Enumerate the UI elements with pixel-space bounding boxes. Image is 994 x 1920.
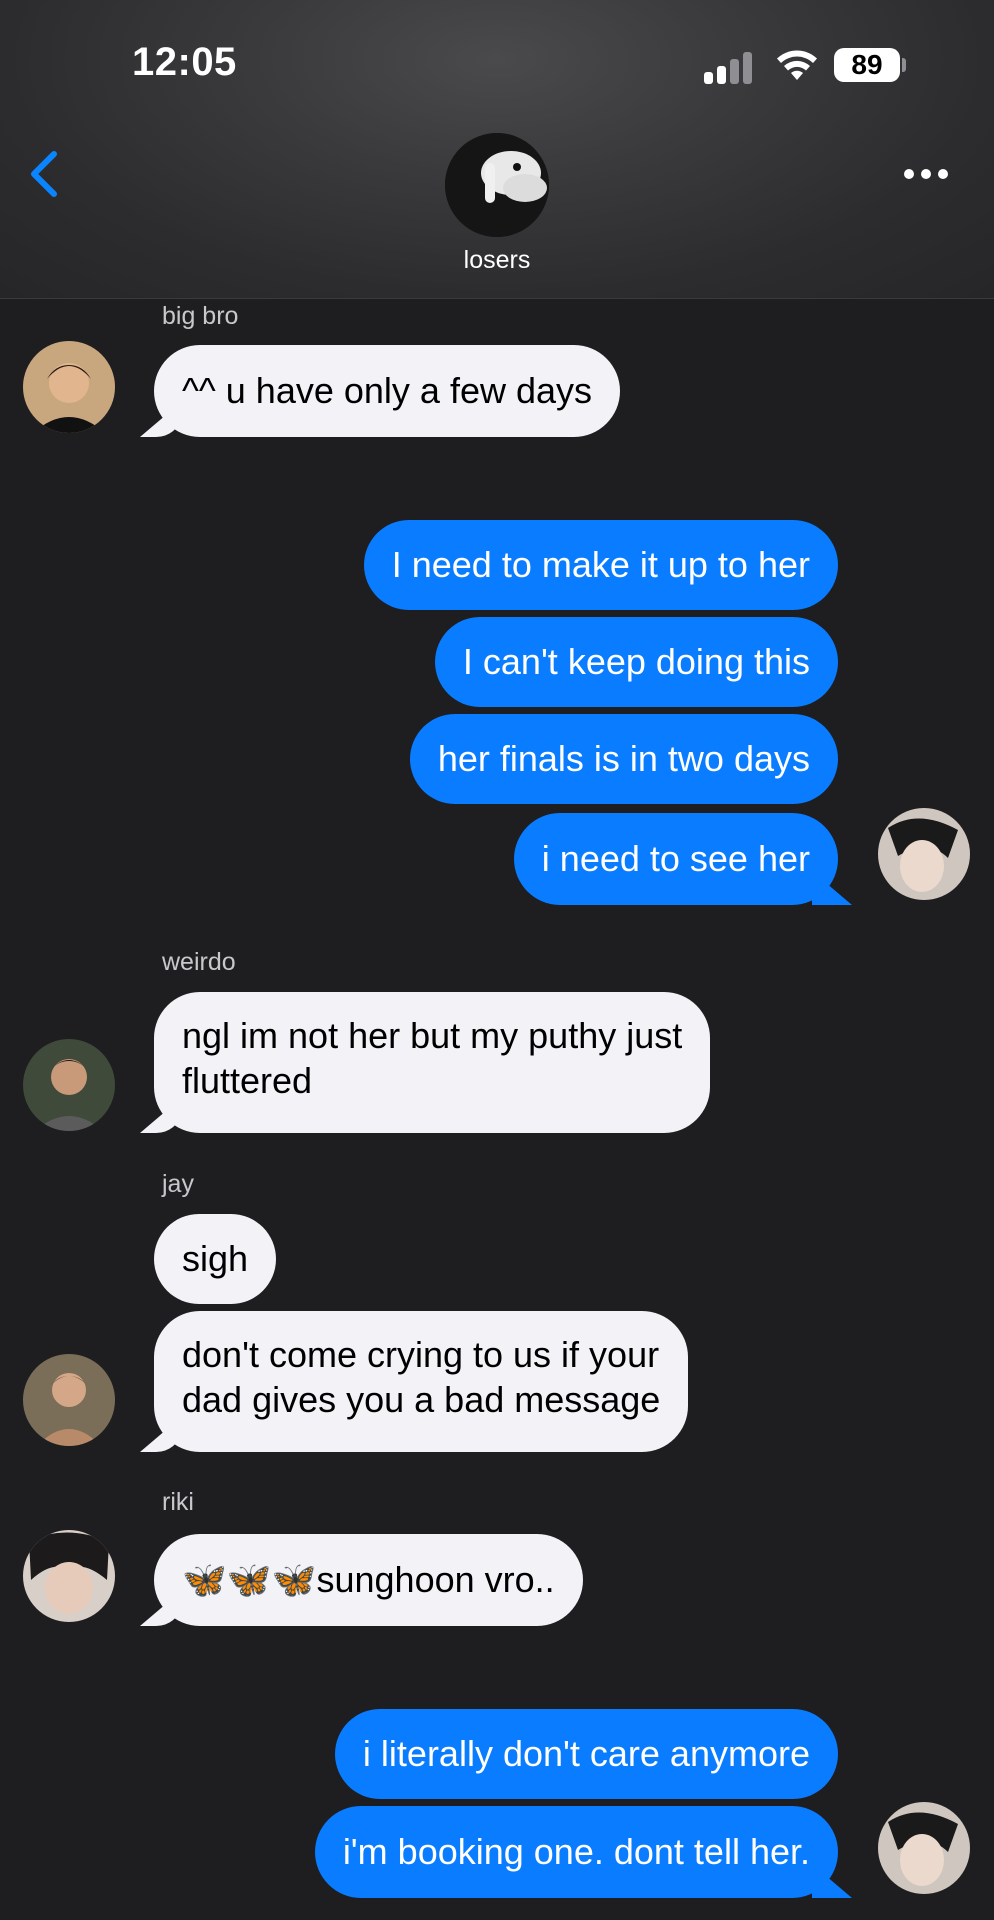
messages-screen: 12:05 89 losers big bro ^^ u have only a…: [0, 0, 994, 1920]
message-bubble[interactable]: ^^ u have only a few days: [154, 345, 621, 437]
avatar-weirdo[interactable]: [23, 1039, 115, 1131]
avatar-jay[interactable]: [23, 1354, 115, 1446]
message-bubble[interactable]: i literally don't care anymore: [334, 1709, 838, 1799]
status-time: 12:05: [132, 40, 237, 84]
conversation-header: 12:05 89 losers: [0, 0, 994, 299]
message-bubble[interactable]: sigh: [154, 1214, 277, 1304]
sender-name: big bro: [162, 302, 239, 330]
sender-name: jay: [162, 1170, 194, 1198]
message-bubble[interactable]: don't come crying to us if your dad give…: [154, 1311, 689, 1452]
message-line: don't come crying to us if your: [182, 1334, 660, 1375]
message-bubble[interactable]: her finals is in two days: [409, 714, 838, 804]
back-chevron-icon[interactable]: [24, 148, 64, 200]
sender-name: weirdo: [162, 948, 236, 976]
message-bubble[interactable]: I can't keep doing this: [434, 617, 838, 707]
group-name[interactable]: losers: [397, 246, 597, 275]
avatar-me[interactable]: [878, 1802, 970, 1894]
more-options-icon[interactable]: [898, 160, 954, 188]
battery-tip: [902, 58, 906, 72]
message-text: sunghoon vro..: [316, 1559, 555, 1600]
message-bubble[interactable]: i need to see her: [513, 813, 838, 905]
wifi-icon: [777, 50, 817, 80]
message-line: dad gives you a bad message: [182, 1379, 661, 1420]
message-bubble[interactable]: ngl im not her but my puthy just flutter…: [154, 992, 711, 1133]
message-bubble[interactable]: i'm booking one. dont tell her.: [314, 1806, 838, 1898]
cellular-signal-icon: [704, 50, 758, 84]
message-line: ngl im not her but my puthy just: [182, 1015, 683, 1056]
group-avatar[interactable]: [445, 133, 549, 237]
battery-indicator: 89: [834, 48, 900, 82]
message-bubble[interactable]: I need to make it up to her: [363, 520, 838, 610]
message-bubble[interactable]: 🦋🦋🦋sunghoon vro..: [154, 1534, 583, 1626]
message-line: fluttered: [182, 1060, 313, 1101]
butterfly-emoji: 🦋🦋🦋: [182, 1559, 317, 1600]
avatar-riki[interactable]: [23, 1530, 115, 1622]
avatar-big-bro[interactable]: [23, 341, 115, 433]
sender-name: riki: [162, 1488, 194, 1516]
avatar-me[interactable]: [878, 808, 970, 900]
